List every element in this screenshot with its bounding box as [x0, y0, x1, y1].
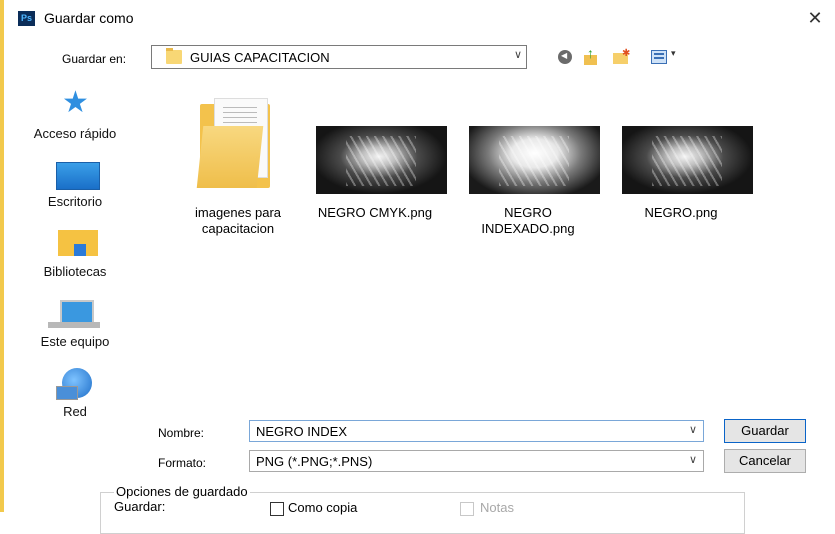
file-item-folder[interactable]: imagenes para capacitacion — [163, 98, 313, 238]
folder-icon — [196, 98, 270, 188]
as-copy-checkbox[interactable] — [270, 502, 284, 516]
sidebar-item-network[interactable]: Red — [4, 368, 146, 422]
photoshop-icon: Ps — [18, 11, 35, 26]
format-value: PNG (*.PNG;*.PNS) — [256, 454, 373, 469]
name-label: Nombre: — [158, 426, 205, 440]
folder-front — [196, 126, 264, 188]
close-button[interactable]: ✕ — [803, 6, 827, 30]
file-item-image[interactable]: NEGRO INDEXADO.png — [453, 126, 603, 240]
caret-down-icon: ▾ — [671, 48, 676, 58]
desktop-icon — [56, 162, 100, 190]
chevron-down-icon[interactable]: ∨ — [689, 423, 697, 436]
file-name: imagenes para — [195, 205, 281, 220]
chevron-down-icon: ∨ — [513, 49, 522, 61]
sidebar-item-label: Este equipo — [40, 334, 110, 349]
sidebar-item-label: Acceso rápido — [33, 126, 117, 141]
sidebar-item-label: Escritorio — [47, 194, 103, 209]
as-copy-label: Como copia — [288, 500, 358, 515]
notes-checkbox — [460, 502, 474, 516]
back-button[interactable] — [556, 48, 574, 66]
star-icon: ★ — [62, 86, 89, 119]
title-bar: Ps Guardar como ✕ — [4, 0, 835, 38]
up-folder-button[interactable]: ↑ — [582, 45, 600, 66]
notes-label: Notas — [480, 500, 514, 515]
cancel-button[interactable]: Cancelar — [724, 449, 806, 473]
file-name: NEGRO CMYK.png — [317, 205, 433, 220]
window-title: Guardar como — [44, 10, 134, 26]
file-name-input[interactable]: NEGRO INDEX ∨ — [249, 420, 704, 442]
file-item-image[interactable]: NEGRO CMYK.png — [300, 126, 450, 226]
sidebar-item-this-pc[interactable]: Este equipo — [4, 300, 146, 354]
view-grid-icon — [651, 50, 667, 64]
save-options-title: Opciones de guardado — [114, 484, 250, 499]
new-folder-button[interactable]: ✱ — [612, 48, 630, 66]
libraries-icon — [58, 230, 98, 256]
file-name-value: NEGRO INDEX — [256, 424, 348, 439]
view-menu-button[interactable]: ▾ — [650, 48, 680, 66]
save-in-dropdown[interactable]: GUIAS CAPACITACION ∨ — [151, 45, 527, 69]
chevron-down-icon: ∨ — [688, 454, 697, 466]
save-in-value: GUIAS CAPACITACION — [190, 50, 330, 65]
file-name-line2: capacitacion — [201, 221, 275, 236]
sidebar-item-desktop[interactable]: Escritorio — [4, 162, 146, 212]
save-button[interactable]: Guardar — [724, 419, 806, 443]
save-in-label: Guardar en: — [62, 52, 127, 66]
file-name: NEGRO.png — [644, 205, 718, 220]
back-icon — [558, 50, 572, 64]
sidebar-item-label: Red — [63, 404, 87, 419]
image-thumbnail — [316, 126, 447, 194]
up-arrow-icon: ↑ — [587, 45, 594, 61]
sparkle-icon: ✱ — [622, 48, 631, 59]
sidebar-item-label: Bibliotecas — [43, 264, 107, 279]
places-sidebar: ★ Acceso rápido Escritorio Bibliotecas E… — [4, 80, 146, 480]
folder-icon — [166, 48, 182, 64]
image-thumbnail — [622, 126, 753, 194]
file-name: NEGRO — [504, 205, 552, 220]
network-icon — [56, 368, 92, 400]
format-label: Formato: — [158, 456, 207, 470]
file-name-line2: INDEXADO.png — [481, 221, 575, 236]
sidebar-item-quick-access[interactable]: ★ Acceso rápido — [4, 88, 146, 150]
format-select[interactable]: PNG (*.PNG;*.PNS) ∨ — [249, 450, 704, 472]
file-item-image[interactable]: NEGRO.png — [606, 126, 756, 226]
file-list: imagenes para capacitacion NEGRO CMYK.pn… — [151, 80, 835, 405]
sidebar-item-libraries[interactable]: Bibliotecas — [4, 226, 146, 286]
image-thumbnail — [469, 126, 600, 194]
computer-icon — [48, 300, 100, 328]
